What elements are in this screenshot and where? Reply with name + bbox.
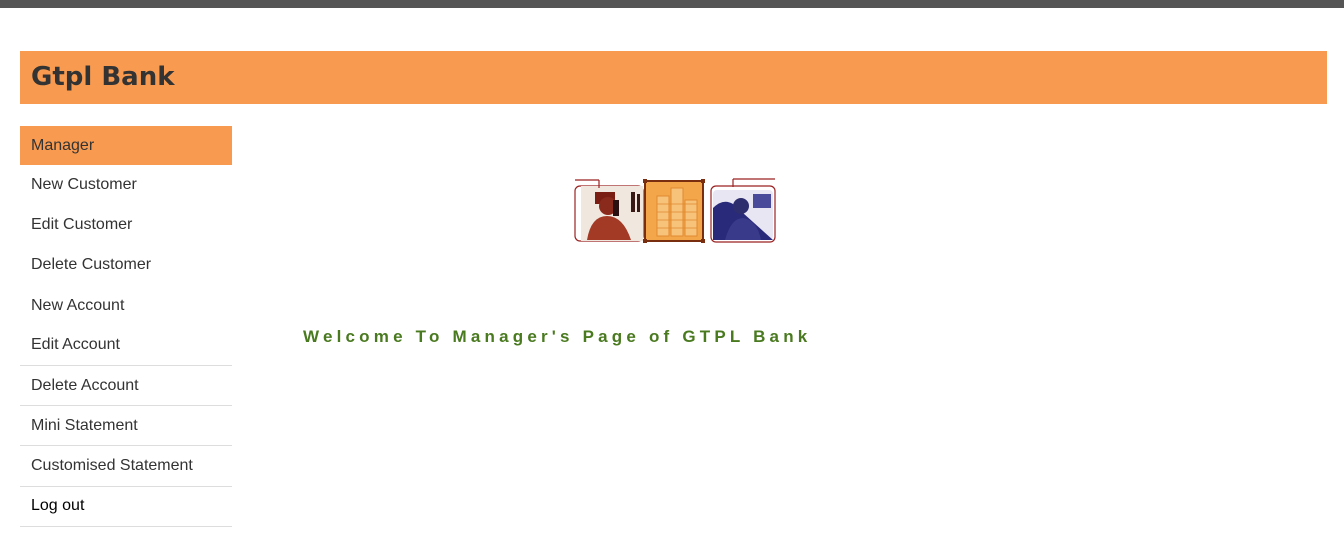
sidebar-item-new-account[interactable]: New Account [20, 286, 232, 326]
sidebar-item-delete-customer[interactable]: Delete Customer [20, 245, 232, 285]
banner-image [574, 178, 776, 243]
sidebar-item-log-out[interactable]: Log out [20, 487, 232, 527]
man-on-phone-photo [574, 179, 644, 242]
sidebar-item-mini-statement[interactable]: Mini Statement [20, 406, 232, 447]
sidebar-item-new-customer[interactable]: New Customer [20, 165, 232, 205]
site-header: Gtpl Bank [20, 51, 1327, 104]
sidebar-item-manager[interactable]: Manager [20, 126, 232, 165]
sidebar-item-customised-statement[interactable]: Customised Statement [20, 446, 232, 487]
welcome-message: Welcome To Manager's Page of GTPL Bank [303, 327, 812, 346]
sidebar-item-delete-account[interactable]: Delete Account [20, 366, 232, 407]
top-bar [0, 0, 1344, 8]
sidebar-item-edit-account[interactable]: Edit Account [20, 326, 232, 366]
bank-title: Gtpl Bank [31, 62, 175, 92]
sidebar-menu: Manager New Customer Edit Customer Delet… [20, 126, 232, 527]
coin-stacks-photo [643, 179, 705, 243]
woman-at-desk-photo [710, 178, 776, 243]
sidebar-item-edit-customer[interactable]: Edit Customer [20, 205, 232, 245]
